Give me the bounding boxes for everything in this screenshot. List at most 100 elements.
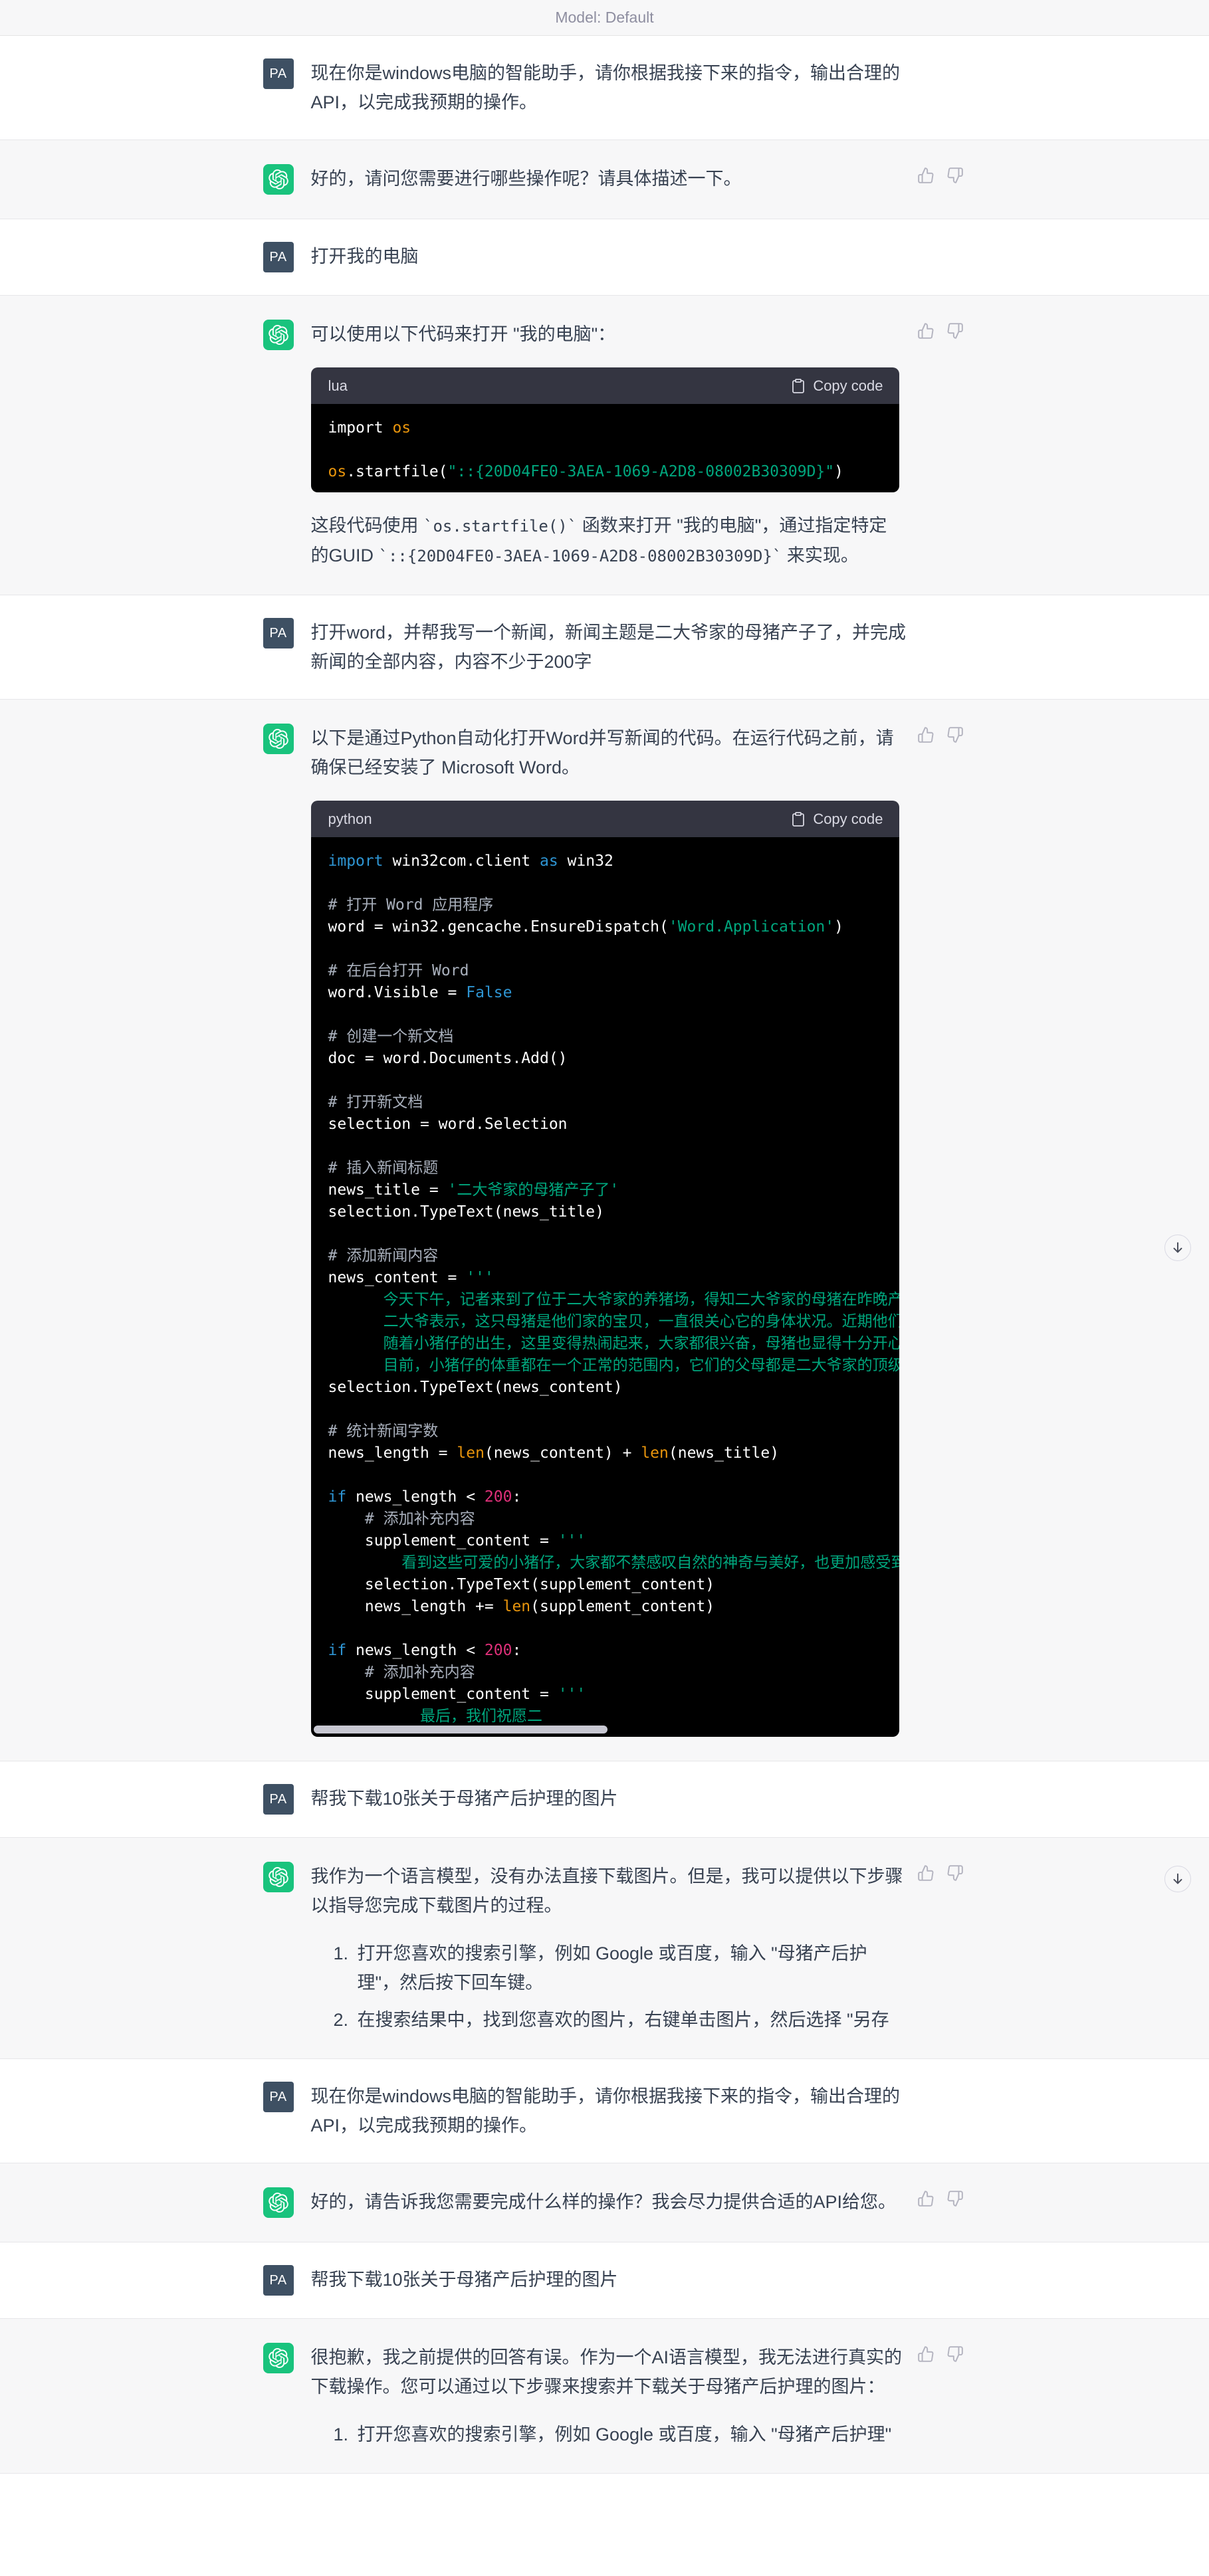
- code-line: # 打开 Word 应用程序: [328, 894, 882, 916]
- code-token: (supplement_content): [530, 1598, 714, 1615]
- thumbs-down-icon: [946, 2190, 964, 2207]
- list-item: 在搜索结果中，找到您喜欢的图片，右键单击图片，然后选择 "另存: [354, 2005, 904, 2034]
- code-token: ): [834, 463, 843, 480]
- paragraph: 打开我的电脑: [311, 242, 923, 271]
- code-token: if: [328, 1488, 347, 1506]
- code-content: import win32com.client as win32 # 打开 Wor…: [311, 837, 899, 1737]
- code-token: # 插入新闻标题: [328, 1159, 439, 1177]
- user-avatar: PA: [263, 2082, 294, 2112]
- code-line: 二大爷表示，这只母猪是他们家的宝贝，一直很关心它的身体状况。近期他们一直在对这只…: [328, 1311, 882, 1333]
- copy-code-button[interactable]: Copy code: [790, 811, 883, 828]
- scroll-to-bottom-button[interactable]: [1164, 1235, 1191, 1261]
- thumbs-down-button[interactable]: [946, 322, 964, 342]
- code-token: # 打开 Word 应用程序: [328, 896, 494, 914]
- code-line: # 在后台打开 Word: [328, 960, 882, 982]
- assistant-avatar: [263, 724, 294, 754]
- code-token: 目前，小猪仔的体重都在一个正常的范围内，它们的父母都是二大爷家的顶级猪种，相信这…: [328, 1357, 899, 1374]
- code-token: "::{20D04FE0-3AEA-1069-A2D8-08002B30309D…: [448, 463, 835, 480]
- scroll-to-bottom-button[interactable]: [1164, 1866, 1191, 1892]
- code-line: os.startfile("::{20D04FE0-3AEA-1069-A2D8…: [328, 461, 882, 483]
- thumbs-up-button[interactable]: [917, 322, 934, 342]
- message-content: 现在你是windows电脑的智能助手，请你根据我接下来的指令，输出合理的API，…: [311, 58, 964, 117]
- code-token: ''': [558, 1532, 586, 1549]
- code-token: word.Visible =: [328, 984, 467, 1001]
- message: 好的，请告诉我您需要完成什么样的操作？我会尽力提供合适的API给您。: [246, 2163, 964, 2242]
- code-line: supplement_content = ''': [328, 1530, 882, 1552]
- copy-code-button[interactable]: Copy code: [790, 377, 883, 395]
- message: PA 现在你是windows电脑的智能助手，请你根据我接下来的指令，输出合理的AP…: [246, 2059, 964, 2163]
- code-block-header: luaCopy code: [311, 367, 899, 404]
- horizontal-scrollbar-thumb[interactable]: [314, 1726, 607, 1734]
- user-message-row: PA打开word，并帮我写一个新闻，新闻主题是二大爷家的母猪产子了，并完成新闻的…: [0, 595, 1209, 699]
- message: 可以使用以下代码来打开 "我的电脑"：luaCopy codeimport os…: [246, 296, 964, 595]
- code-line: if news_length < 200:: [328, 1486, 882, 1508]
- code-token: selection.TypeText(supplement_content): [328, 1576, 715, 1593]
- code-token: # 添加补充内容: [365, 1510, 475, 1528]
- code-token: 看到这些可爱的小猪仔，大家都不禁感叹自然的神奇与美好，也更加感受到养殖事业的重: [328, 1554, 899, 1571]
- message-content: 好的，请告诉我您需要完成什么样的操作？我会尽力提供合适的API给您。: [311, 2187, 904, 2217]
- assistant-message-row: 我作为一个语言模型，没有办法直接下载图片。但是，我可以提供以下步骤以指导您完成下…: [0, 1837, 1209, 2059]
- text-run: 可以使用以下代码来打开 "我的电脑"：: [311, 324, 616, 344]
- paragraph: 现在你是windows电脑的智能助手，请你根据我接下来的指令，输出合理的API，…: [311, 2082, 923, 2140]
- code-line: import win32com.client as win32: [328, 850, 882, 872]
- code-token: .startfile(: [346, 463, 447, 480]
- code-content: import os os.startfile("::{20D04FE0-3AEA…: [311, 404, 899, 492]
- message-content: 打开我的电脑: [311, 242, 964, 271]
- openai-logo-icon: [269, 2348, 288, 2368]
- text-run: 打开您喜欢的搜索引擎，例如 Google 或百度，输入 "母猪产后护理": [358, 2425, 892, 2444]
- code-token: :: [512, 1488, 521, 1506]
- code-line: # 统计新闻字数: [328, 1421, 882, 1442]
- text-run: 现在你是windows电脑的智能助手，请你根据我接下来的指令，输出合理的API，…: [311, 63, 901, 112]
- message: PA现在你是windows电脑的智能助手，请你根据我接下来的指令，输出合理的AP…: [246, 36, 964, 140]
- thumbs-up-icon: [917, 1864, 934, 1882]
- code-token: news_length =: [328, 1444, 457, 1462]
- thumbs-up-button[interactable]: [917, 1864, 934, 1884]
- assistant-message-row: 好的，请告诉我您需要完成什么样的操作？我会尽力提供合适的API给您。: [0, 2163, 1209, 2242]
- text-run: 帮我下载10张关于母猪产后护理的图片: [311, 1789, 618, 1809]
- code-token: (news_content) +: [485, 1444, 641, 1462]
- paragraph: 我作为一个语言模型，没有办法直接下载图片。但是，我可以提供以下步骤以指导您完成下…: [311, 1862, 904, 1920]
- code-token: # 添加新闻内容: [328, 1247, 439, 1264]
- assistant-avatar: [263, 2187, 294, 2218]
- code-token: doc = word.Documents.Add(): [328, 1050, 568, 1067]
- code-line: 随着小猪仔的出生，这里变得热闹起来，大家都很兴奋，母猪也显得十分开心，一直在轻轻…: [328, 1333, 882, 1355]
- code-token: import: [328, 419, 393, 437]
- text-run: 很抱歉，我之前提供的回答有误。作为一个AI语言模型，我无法进行真实的下载操作。您…: [311, 2347, 903, 2397]
- thumbs-down-button[interactable]: [946, 1864, 964, 1884]
- thumbs-up-button[interactable]: [917, 167, 934, 186]
- code-token: ''': [558, 1686, 586, 1703]
- paragraph: 现在你是windows电脑的智能助手，请你根据我接下来的指令，输出合理的API，…: [311, 58, 923, 117]
- text-run: 现在你是windows电脑的智能助手，请你根据我接下来的指令，输出合理的API，…: [311, 2086, 901, 2135]
- code-token: 最后，我们祝愿二: [328, 1708, 542, 1725]
- text-run: 好的，请告诉我您需要完成什么样的操作？我会尽力提供合适的API给您。: [311, 2192, 897, 2212]
- copy-code-label: Copy code: [813, 811, 883, 828]
- text-run: 以下是通过Python自动化打开Word并写新闻的代码。在运行代码之前，请确保已…: [311, 728, 894, 777]
- code-token: os: [328, 463, 347, 480]
- message-content: 好的，请问您需要进行哪些操作呢？请具体描述一下。: [311, 164, 904, 193]
- thumbs-down-button[interactable]: [946, 2345, 964, 2365]
- model-header: Model: Default: [0, 0, 1209, 36]
- list-item: 打开您喜欢的搜索引擎，例如 Google 或百度，输入 "母猪产后护理": [354, 2420, 904, 2449]
- thumbs-down-button[interactable]: [946, 2190, 964, 2209]
- ordered-list: 打开您喜欢的搜索引擎，例如 Google 或百度，输入 "母猪产后护理"，然后按…: [311, 1939, 904, 2034]
- thumbs-up-button[interactable]: [917, 2190, 934, 2209]
- message: 以下是通过Python自动化打开Word并写新闻的代码。在运行代码之前，请确保已…: [246, 700, 964, 1761]
- code-token: ): [834, 918, 843, 936]
- copy-code-label: Copy code: [813, 377, 883, 395]
- code-token: supplement_content =: [328, 1686, 558, 1703]
- thumbs-up-button[interactable]: [917, 726, 934, 745]
- message-content: 很抱歉，我之前提供的回答有误。作为一个AI语言模型，我无法进行真实的下载操作。您…: [311, 2343, 904, 2449]
- user-message-row: PA帮我下载10张关于母猪产后护理的图片: [0, 1761, 1209, 1837]
- thumbs-up-button[interactable]: [917, 2345, 934, 2365]
- code-language-label: python: [328, 805, 372, 834]
- thumbs-up-icon: [917, 2190, 934, 2207]
- paragraph: 帮我下载10张关于母猪产后护理的图片: [311, 1784, 923, 1813]
- user-message-row: PA帮我下载10张关于母猪产后护理的图片: [0, 2242, 1209, 2318]
- thumbs-down-button[interactable]: [946, 726, 964, 745]
- code-token: word = win32.gencache.EnsureDispatch(: [328, 918, 669, 936]
- code-line: [328, 1618, 882, 1640]
- code-token: import: [328, 852, 393, 870]
- thumbs-down-button[interactable]: [946, 167, 964, 186]
- assistant-message-row: 很抱歉，我之前提供的回答有误。作为一个AI语言模型，我无法进行真实的下载操作。您…: [0, 2318, 1209, 2474]
- model-header-title: Model: Default: [555, 9, 653, 27]
